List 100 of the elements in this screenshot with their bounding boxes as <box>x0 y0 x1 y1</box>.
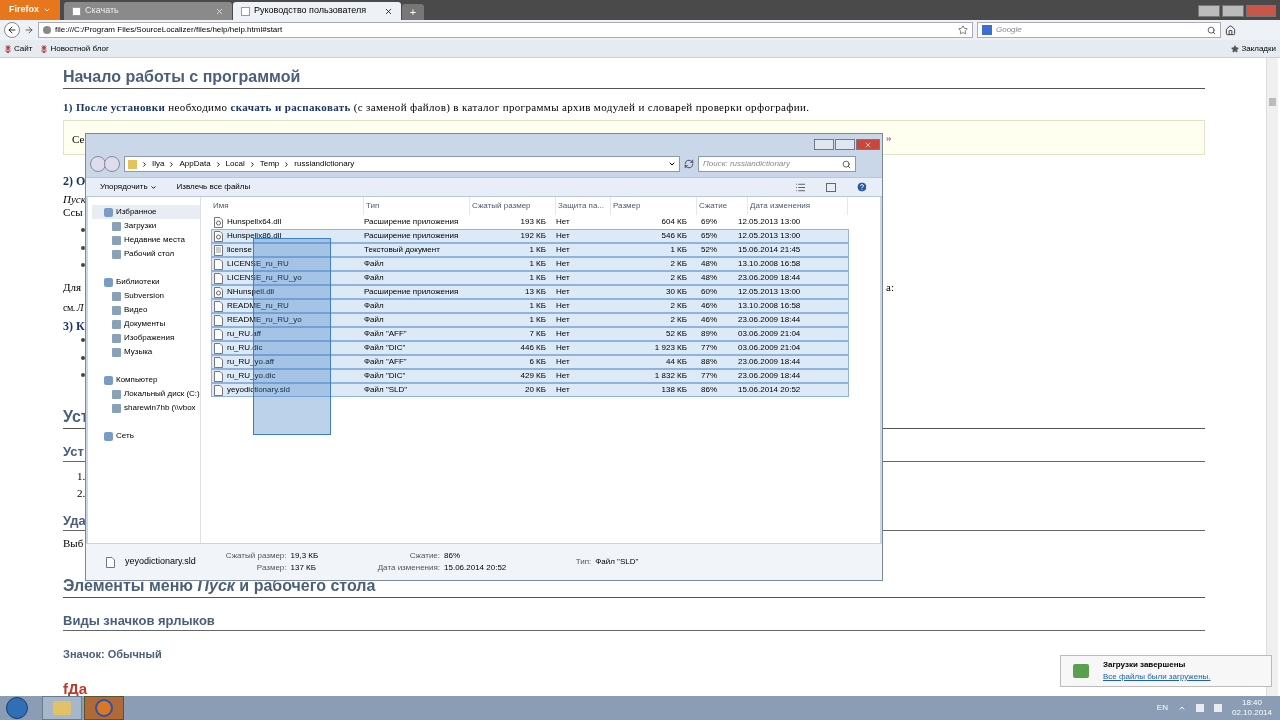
nav-item[interactable]: Сеть <box>92 429 200 443</box>
nav-item[interactable]: Видео <box>92 303 200 317</box>
search-field[interactable]: Поиск: russiandictionary <box>698 156 856 172</box>
compressed-size: 1 КБ <box>528 244 546 256</box>
flower-icon <box>40 44 49 53</box>
file-row[interactable]: Hunspellx86.dll Расширение приложения 192 КБ Нет 546 КБ 65% 12.05.2013 13:00 <box>211 229 849 243</box>
caret-icon <box>43 6 51 14</box>
file-size: 1 КБ <box>669 244 687 256</box>
file-row[interactable]: yeyodictionary.sld Файл "SLD" 20 КБ Нет 138 КБ 86% 15.06.2014 20:52 <box>211 383 849 397</box>
file-row[interactable]: license Текстовый документ 1 КБ Нет 1 КБ 52% 15.06.2014 21:45 <box>211 243 849 257</box>
document-icon <box>214 300 223 312</box>
view-icon[interactable] <box>795 181 806 193</box>
compressed-size: 20 КБ <box>523 384 546 396</box>
help-icon[interactable] <box>856 181 868 193</box>
column-header[interactable]: Защита па... <box>556 197 611 215</box>
nav-group-icon <box>104 431 113 441</box>
refresh-icon[interactable] <box>684 159 694 169</box>
file-row[interactable]: LICENSE_ru_RU_yo Файл 1 КБ Нет 2 КБ 48% 23.06.2009 18:44 <box>211 271 849 285</box>
notification-link[interactable]: Все файлы были загружены. <box>1103 671 1211 683</box>
nav-item[interactable]: sharewin7hb (\\vbox <box>92 401 200 415</box>
compressed-size: 446 КБ <box>519 342 546 354</box>
maximize-icon[interactable] <box>835 139 855 150</box>
bookmark-link[interactable]: Сайт <box>4 42 33 55</box>
column-header[interactable]: Дата изменения <box>748 197 848 215</box>
breadcrumb-item[interactable]: Temp <box>259 158 280 170</box>
link[interactable]: » <box>886 129 892 146</box>
nav-item[interactable]: Локальный диск (C:) <box>92 387 200 401</box>
column-header[interactable]: Размер <box>611 197 697 215</box>
nav-item[interactable]: Загрузки <box>92 219 200 233</box>
document-icon <box>214 314 223 326</box>
protection: Нет <box>555 328 571 340</box>
details-value: 137 КБ <box>290 562 317 574</box>
taskbar-app[interactable] <box>84 696 124 720</box>
close-icon[interactable] <box>384 6 393 16</box>
new-tab-button[interactable]: + <box>402 4 424 20</box>
nav-item[interactable]: Недавние места <box>92 233 200 247</box>
document-icon <box>106 556 115 568</box>
file-size: 546 КБ <box>660 230 687 242</box>
compressed-size: 1 КБ <box>528 258 546 270</box>
compression-ratio: 46% <box>700 314 718 326</box>
maximize-icon[interactable] <box>1222 5 1244 17</box>
nav-item[interactable]: Изображения <box>92 331 200 345</box>
toolbar-button[interactable]: Извлечь все файлы <box>176 181 251 193</box>
nav-item[interactable]: Документы <box>92 317 200 331</box>
address-bar[interactable]: Ilya AppData Local Temp russiandictionary <box>124 156 680 172</box>
breadcrumb-item[interactable]: Local <box>225 158 245 170</box>
file-size: 2 КБ <box>669 258 687 270</box>
body-text: см. Л <box>63 302 84 313</box>
close-button[interactable] <box>856 139 880 150</box>
taskbar-app[interactable] <box>42 696 82 720</box>
compressed-size: 1 КБ <box>528 314 546 326</box>
toolbar-button[interactable]: Упорядочить <box>100 181 157 193</box>
modified-date: 23.06.2009 18:44 <box>738 356 801 368</box>
column-header[interactable]: Имя <box>211 197 364 215</box>
bookmarks-menu[interactable]: Закладки <box>1231 42 1276 55</box>
nav-item[interactable]: Subversion <box>92 289 200 303</box>
modified-date: 13.10.2008 16:58 <box>738 258 801 270</box>
nav-item[interactable]: Компьютер <box>92 373 200 387</box>
scrollbar[interactable] <box>1266 58 1278 698</box>
file-size: 52 КБ <box>664 328 687 340</box>
minimize-icon[interactable] <box>1198 5 1220 17</box>
breadcrumb-item[interactable]: Ilya <box>152 158 165 170</box>
nav-item[interactable]: Избранное <box>92 205 200 219</box>
start-button[interactable] <box>6 697 28 719</box>
preview-pane-icon[interactable] <box>826 182 836 192</box>
file-row[interactable]: Hunspellx64.dll Расширение приложения 193 КБ Нет 604 КБ 69% 12.05.2013 13:00 <box>211 215 849 229</box>
globe-icon <box>43 26 51 34</box>
gear-document-icon <box>214 216 223 228</box>
file-row[interactable]: README_ru_RU_yo Файл 1 КБ Нет 2 КБ 46% 23.06.2009 18:44 <box>211 313 849 327</box>
protection: Нет <box>555 370 571 382</box>
file-type: Файл "DIC" <box>364 370 407 382</box>
breadcrumb-item[interactable]: russiandictionary <box>294 158 355 170</box>
dropdown-icon[interactable] <box>668 160 676 168</box>
search-icon[interactable] <box>842 159 851 169</box>
file-size: 2 КБ <box>669 314 687 326</box>
bookmark-link[interactable]: Новостной блог <box>40 42 109 55</box>
column-header[interactable]: Сжатый размер <box>470 197 556 215</box>
file-type: Файл <box>364 314 385 326</box>
file-type: Файл "AFF" <box>364 328 408 340</box>
protection: Нет <box>555 384 571 396</box>
home-icon[interactable] <box>1225 24 1236 36</box>
search-icon[interactable] <box>1207 25 1216 35</box>
nav-item[interactable]: Рабочий стол <box>92 247 200 261</box>
folder-icon <box>128 159 137 169</box>
file-size: 1 923 КБ <box>653 342 687 354</box>
column-header[interactable]: Тип <box>364 197 470 215</box>
nav-item[interactable]: Музыка <box>92 345 200 359</box>
nav-item[interactable]: Библиотеки <box>92 275 200 289</box>
minimize-icon[interactable] <box>814 139 834 150</box>
column-header[interactable]: Сжатие <box>697 197 748 215</box>
address-field[interactable]: file:///C:/Program Files/SourceLocalizer/files/help/help.html#start <box>38 22 973 38</box>
file-row[interactable]: README_ru_RU Файл 1 КБ Нет 2 КБ 46% 13.10.2008 16:58 <box>211 299 849 313</box>
details-label: Сжатие: <box>408 550 441 562</box>
breadcrumb-item[interactable]: AppData <box>179 158 211 170</box>
search-field[interactable]: Google <box>977 22 1221 38</box>
compression-ratio: 48% <box>700 258 718 270</box>
bullet-icon <box>81 228 85 232</box>
star-icon[interactable] <box>958 25 968 35</box>
browser-tab[interactable]: Руководство пользователя <box>233 2 401 20</box>
file-row[interactable]: LICENSE_ru_RU Файл 1 КБ Нет 2 КБ 48% 13.10.2008 16:58 <box>211 257 849 271</box>
